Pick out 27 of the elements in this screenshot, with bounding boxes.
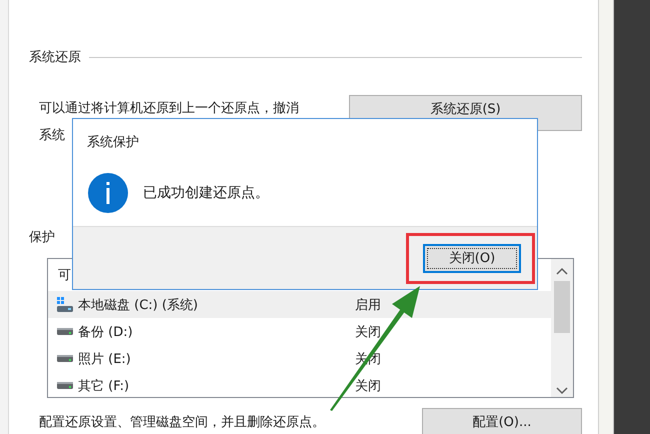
configure-button[interactable]: 配置(O)...: [422, 408, 582, 434]
description-text: 可以通过将计算机还原到上一个还原点，撤消: [39, 100, 299, 118]
drive-name: 本地磁盘 (C:) (系统): [78, 296, 200, 314]
protection-status: 关闭: [355, 324, 381, 340]
column-header[interactable]: 可: [48, 259, 71, 291]
chevron-up-icon[interactable]: [556, 267, 568, 275]
drive-icon: [57, 328, 73, 335]
scrollbar-thumb[interactable]: [554, 281, 570, 333]
drive-name: 备份 (D:): [78, 324, 134, 340]
info-icon: [88, 172, 128, 212]
configure-description: 配置还原设置、管理磁盘空间，并且删除还原点。: [38, 414, 325, 431]
system-drive-icon: [56, 296, 74, 312]
message-text: 已成功创建还原点。: [143, 184, 269, 202]
close-button[interactable]: 关闭(O): [423, 244, 521, 272]
drive-name: 照片 (E:): [78, 350, 132, 368]
drive-name: 其它 (F:): [78, 378, 130, 394]
protection-status: 关闭: [355, 378, 381, 394]
drive-icon: [57, 355, 73, 362]
drive-icon: [57, 382, 73, 389]
protection-status: 启用: [355, 296, 381, 314]
section-title: 系统还原: [29, 49, 81, 66]
drive-row[interactable]: 本地磁盘 (C:) (系统) 启用: [48, 291, 551, 318]
section-title: 保护: [29, 229, 55, 246]
scrollbar[interactable]: [551, 259, 573, 397]
dialog-title: 系统保护: [86, 134, 139, 152]
description-text: 系统: [39, 127, 65, 145]
chevron-down-icon[interactable]: [556, 387, 568, 395]
